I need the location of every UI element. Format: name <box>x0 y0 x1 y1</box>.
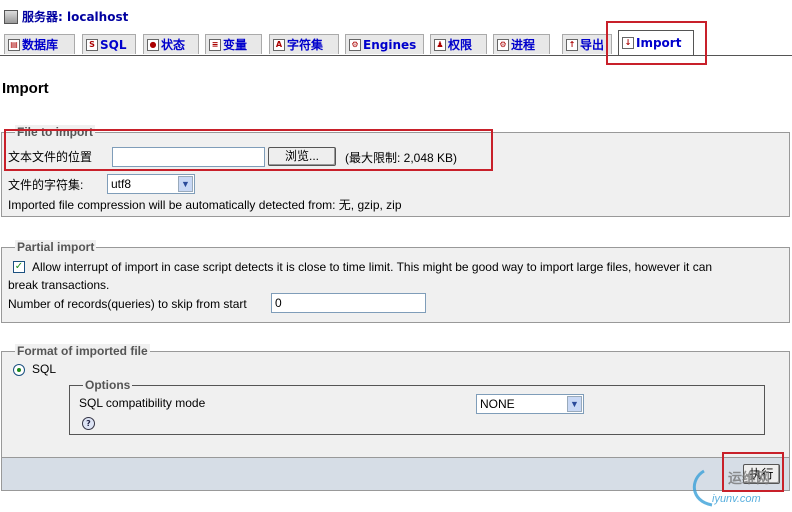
format-legend: Format of imported file <box>15 344 150 358</box>
tab-processes[interactable]: ⚙ 进程 <box>493 34 550 54</box>
charset-label: 文件的字符集: <box>8 178 84 192</box>
engines-icon: ⚙ <box>349 38 361 51</box>
charset-select[interactable]: utf8 ▼ <box>107 174 195 194</box>
charset-value: utf8 <box>111 177 132 191</box>
format-sql-label: SQL <box>32 362 57 376</box>
skip-records-label: Number of records(queries) to skip from … <box>8 297 247 311</box>
help-icon[interactable]: ? <box>82 417 95 430</box>
tab-engines[interactable]: ⚙ Engines <box>345 34 424 54</box>
chevron-down-icon: ▼ <box>567 396 582 412</box>
chevron-down-icon: ▼ <box>178 176 193 192</box>
partial-import-fieldset: Partial import ✓ Allow interrupt of impo… <box>1 240 790 323</box>
submit-bar <box>1 457 790 491</box>
format-fieldset: Format of imported file SQL Options SQL … <box>1 344 790 458</box>
watermark-url: iyunv.com <box>712 493 761 505</box>
watermark-text: 运维网 <box>728 470 770 486</box>
charset-icon: A <box>273 38 285 51</box>
server-header: 服务器: localhost <box>4 8 128 25</box>
highlight-file-input <box>4 129 493 171</box>
compression-note: Imported file compression will be automa… <box>8 198 402 212</box>
format-sql-radio[interactable] <box>13 364 25 376</box>
sql-icon: S <box>86 38 98 51</box>
page-title: Import <box>2 80 49 97</box>
compat-mode-value: NONE <box>480 397 515 411</box>
allow-interrupt-label: Allow interrupt of import in case script… <box>32 260 713 274</box>
export-icon: ↑ <box>566 38 578 51</box>
watermark-logo: 运维网 iyunv.com <box>690 465 782 509</box>
tab-sql[interactable]: S SQL <box>82 34 136 54</box>
privileges-icon: ♟ <box>434 38 446 51</box>
variables-icon: ≡ <box>209 38 221 51</box>
server-icon <box>4 9 18 24</box>
compat-mode-select[interactable]: NONE ▼ <box>476 394 584 414</box>
options-legend: Options <box>83 378 133 392</box>
server-label[interactable]: 服务器: localhost <box>22 8 128 25</box>
partial-import-legend: Partial import <box>15 240 97 254</box>
tab-databases[interactable]: ▤ 数据库 <box>4 34 75 54</box>
allow-interrupt-checkbox[interactable]: ✓ <box>13 261 25 273</box>
options-fieldset: Options SQL compatibility mode NONE ▼ ? <box>69 378 765 435</box>
compat-mode-label: SQL compatibility mode <box>79 396 206 410</box>
processes-icon: ⚙ <box>497 38 509 51</box>
tab-charsets[interactable]: A 字符集 <box>269 34 339 54</box>
tab-status[interactable]: ● 状态 <box>143 34 199 54</box>
skip-records-input[interactable]: 0 <box>271 293 426 313</box>
allow-interrupt-label-cont: break transactions. <box>8 278 110 292</box>
highlight-import-tab <box>606 21 707 65</box>
tab-privileges[interactable]: ♟ 权限 <box>430 34 487 54</box>
tab-export[interactable]: ↑ 导出 <box>562 34 612 54</box>
status-icon: ● <box>147 38 159 51</box>
database-icon: ▤ <box>8 38 20 51</box>
tab-variables[interactable]: ≡ 变量 <box>205 34 262 54</box>
